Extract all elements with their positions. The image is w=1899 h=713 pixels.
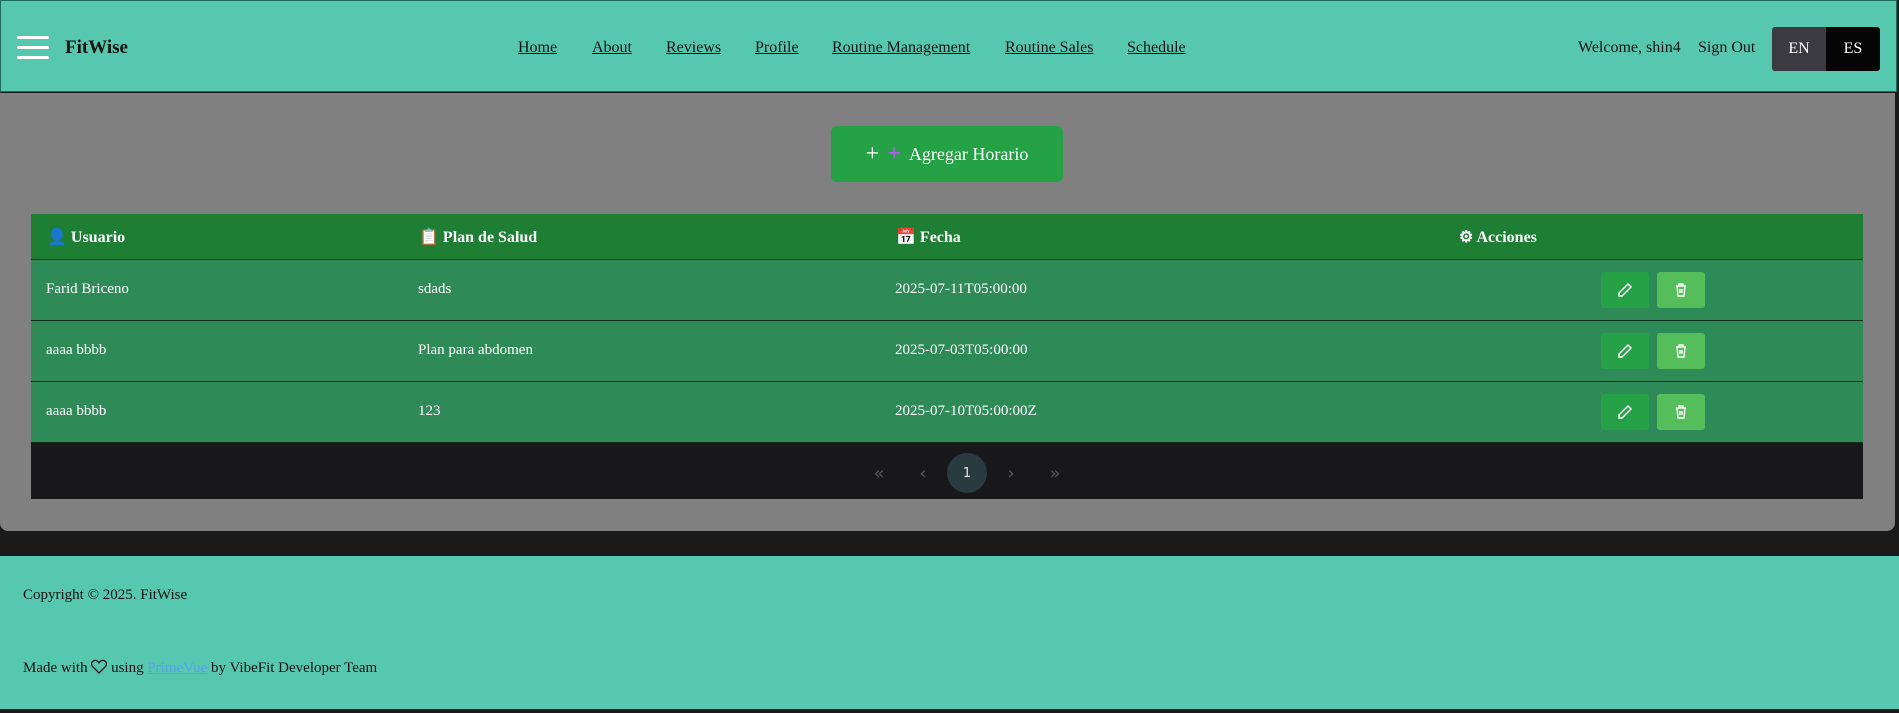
- paginator: « ‹ 1 › »: [31, 443, 1863, 499]
- plus-icon: +: [865, 141, 880, 167]
- nav-link-reviews[interactable]: Reviews: [666, 39, 721, 57]
- add-schedule-button[interactable]: + + Agregar Horario: [831, 126, 1063, 182]
- cell-plan: sdads: [418, 281, 452, 297]
- hamburger-menu-icon[interactable]: [17, 36, 49, 60]
- nav-link-routine-sales[interactable]: Routine Sales: [1005, 39, 1093, 57]
- copyright-text: Copyright © 2025. FitWise: [23, 587, 188, 603]
- first-page-icon[interactable]: «: [859, 453, 899, 493]
- col-header-usuario: 👤 Usuario: [47, 229, 126, 246]
- user-icon: 👤: [47, 229, 67, 246]
- page-number-button[interactable]: 1: [947, 453, 987, 493]
- add-schedule-label: Agregar Horario: [908, 143, 1029, 164]
- next-page-icon[interactable]: ›: [991, 453, 1031, 493]
- lang-en-button[interactable]: EN: [1772, 27, 1826, 71]
- edit-button[interactable]: [1601, 394, 1649, 430]
- language-switcher: EN ES: [1772, 27, 1880, 71]
- delete-button[interactable]: [1657, 333, 1705, 369]
- pencil-icon: [1618, 343, 1633, 358]
- edit-button[interactable]: [1601, 333, 1649, 369]
- col-header-plan: 📋 Plan de Salud: [419, 229, 538, 246]
- cell-fecha: 2025-07-10T05:00:00Z: [895, 403, 1037, 419]
- cell-plan: 123: [418, 403, 441, 419]
- plus-emoji-icon: +: [887, 141, 901, 167]
- col-header-acciones: ⚙ Acciones: [1459, 229, 1537, 246]
- prev-page-icon[interactable]: ‹: [903, 453, 943, 493]
- schedule-panel: + + Agregar Horario 👤 Usuario 📋 Plan de …: [0, 93, 1895, 531]
- top-navbar: FitWise Home About Reviews Profile Routi…: [0, 0, 1897, 92]
- col-header-fecha: 📅 Fecha: [896, 229, 961, 246]
- trash-icon: [1676, 344, 1686, 358]
- nav-link-about[interactable]: About: [592, 39, 632, 57]
- made-with-text: Made with using PrimeVue by VibeFit Deve…: [23, 659, 378, 676]
- cell-plan: Plan para abdomen: [418, 342, 533, 358]
- delete-button[interactable]: [1657, 394, 1705, 430]
- footer: Copyright © 2025. FitWise Made with usin…: [0, 556, 1899, 709]
- table-row: aaaa bbbb Plan para abdomen 2025-07-03T0…: [31, 321, 1863, 382]
- sign-out-link[interactable]: Sign Out: [1698, 39, 1755, 57]
- cell-fecha: 2025-07-11T05:00:00: [895, 281, 1027, 297]
- pencil-icon: [1618, 282, 1633, 297]
- table-row: aaaa bbbb 123 2025-07-10T05:00:00Z: [31, 382, 1863, 443]
- nav-link-routine-management[interactable]: Routine Management: [832, 39, 970, 57]
- clipboard-icon: 📋: [419, 229, 439, 246]
- table-row: Farid Briceno sdads 2025-07-11T05:00:00: [31, 260, 1863, 321]
- calendar-icon: 📅: [896, 229, 916, 246]
- cell-usuario: aaaa bbbb: [46, 403, 107, 419]
- heart-icon: [91, 659, 108, 674]
- nav-link-home[interactable]: Home: [518, 39, 557, 57]
- delete-button[interactable]: [1657, 272, 1705, 308]
- trash-icon: [1676, 283, 1686, 297]
- lang-es-button[interactable]: ES: [1826, 27, 1880, 71]
- cell-fecha: 2025-07-03T05:00:00: [895, 342, 1028, 358]
- trash-icon: [1676, 405, 1686, 419]
- schedule-table: 👤 Usuario 📋 Plan de Salud 📅 Fecha ⚙ Acci…: [31, 214, 1863, 499]
- welcome-text: Welcome, shin4: [1578, 39, 1681, 56]
- edit-button[interactable]: [1601, 272, 1649, 308]
- brand-logo-text[interactable]: FitWise: [65, 37, 128, 59]
- primevue-link[interactable]: PrimeVue: [147, 660, 207, 676]
- table-header: 👤 Usuario 📋 Plan de Salud 📅 Fecha ⚙ Acci…: [31, 214, 1863, 260]
- cell-usuario: Farid Briceno: [46, 281, 129, 297]
- gear-icon: ⚙: [1459, 229, 1474, 246]
- nav-link-profile[interactable]: Profile: [755, 39, 799, 57]
- cell-usuario: aaaa bbbb: [46, 342, 107, 358]
- nav-link-schedule[interactable]: Schedule: [1127, 39, 1186, 57]
- pencil-icon: [1618, 404, 1633, 419]
- last-page-icon[interactable]: »: [1035, 453, 1075, 493]
